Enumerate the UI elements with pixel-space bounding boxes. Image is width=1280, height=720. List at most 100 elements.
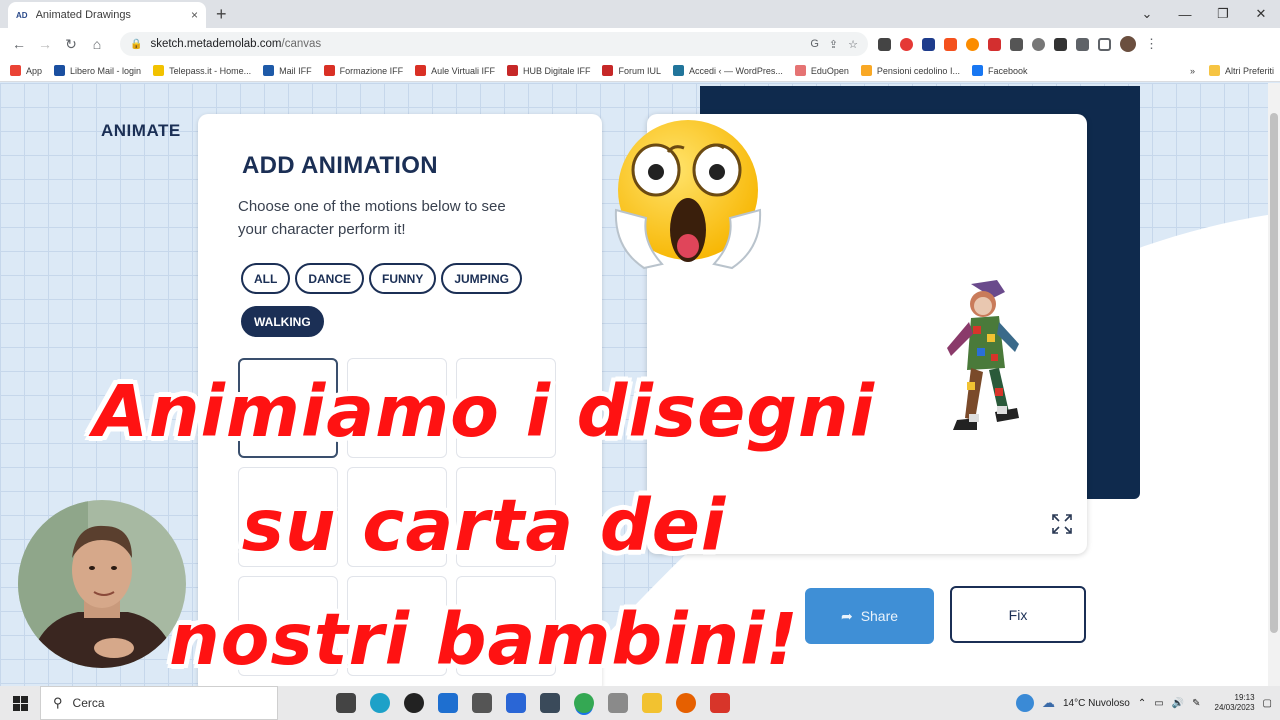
task-view-icon[interactable] <box>336 693 356 713</box>
extension-icon[interactable] <box>922 37 935 51</box>
bookmark-item[interactable]: Facebook <box>971 65 1027 76</box>
reload-icon[interactable]: ↻ <box>58 36 84 53</box>
pen-icon[interactable]: ✎ <box>1192 698 1200 709</box>
start-button[interactable] <box>0 695 40 711</box>
outlook-icon[interactable] <box>438 693 458 713</box>
animated-character <box>947 280 1019 430</box>
weather-cloud-icon: ☁ <box>1042 695 1055 710</box>
todo-icon[interactable] <box>506 693 526 713</box>
store-icon[interactable] <box>472 693 492 713</box>
bookmark-star-icon[interactable]: ☆ <box>848 38 858 51</box>
network-icon[interactable]: ▭ <box>1154 698 1163 709</box>
extension-icon[interactable] <box>1032 37 1045 51</box>
bookmarks-bar: App Libero Mail - login Telepass.it - Home… <box>0 60 1280 82</box>
hp-icon[interactable] <box>404 693 424 713</box>
bookmark-item[interactable]: Forum IUL <box>602 65 661 76</box>
extension-icon[interactable] <box>944 37 957 51</box>
puzzle-icon[interactable] <box>1076 37 1089 51</box>
google-lens-icon[interactable]: G <box>810 38 819 51</box>
chip-all[interactable]: ALL <box>241 263 291 294</box>
bookmark-item[interactable]: Formazione IFF <box>323 65 403 76</box>
windows-taskbar: ⚲ Cerca ☁ 14°C Nuvoloso ⌃ ▭ 🔊 ✎ 19:13 24… <box>0 686 1280 720</box>
bookmark-favicon-icon <box>323 65 335 76</box>
bookmark-favicon-icon <box>506 65 518 76</box>
bookmark-favicon-icon <box>10 65 21 76</box>
extension-icon[interactable] <box>1010 37 1023 51</box>
file-explorer-icon[interactable] <box>642 693 662 713</box>
taskbar-search[interactable]: ⚲ Cerca <box>40 686 278 720</box>
close-window-button[interactable]: ✕ <box>1242 0 1280 28</box>
bookmark-favicon-icon <box>971 65 983 76</box>
maximize-button[interactable]: ❐ <box>1204 0 1242 28</box>
screaming-emoji-icon <box>614 120 762 270</box>
webcam-presenter-image <box>18 500 186 668</box>
new-tab-button[interactable]: + <box>216 4 227 24</box>
calculator-icon[interactable] <box>540 693 560 713</box>
profile-avatar[interactable] <box>1120 36 1136 52</box>
paint-icon[interactable] <box>608 693 628 713</box>
side-panel-icon[interactable] <box>1098 37 1111 51</box>
clock-time: 19:13 <box>1234 693 1255 702</box>
folder-icon <box>1208 65 1220 76</box>
weather-text[interactable]: 14°C Nuvoloso <box>1063 698 1130 709</box>
firefox-icon[interactable] <box>676 693 696 713</box>
chip-funny[interactable]: FUNNY <box>369 263 437 294</box>
chip-dance[interactable]: DANCE <box>295 263 364 294</box>
tab-close-icon[interactable]: × <box>191 8 198 22</box>
bookmark-favicon-icon <box>860 65 872 76</box>
scrollbar-thumb[interactable] <box>1270 113 1278 633</box>
taskbar-search-label: Cerca <box>72 696 105 710</box>
motion-filter-chips: ALL DANCE FUNNY JUMPING WALKING <box>241 263 561 337</box>
fix-button[interactable]: Fix <box>950 586 1086 643</box>
caption-line-1: Animiamo i disegni <box>93 370 875 453</box>
caption-line-3: nostri bambini! <box>169 598 799 681</box>
chrome-icon[interactable] <box>574 693 594 713</box>
bookmark-item[interactable]: Accedi ‹ — WordPres... <box>673 65 783 76</box>
bookmark-item[interactable]: Mail IFF <box>263 65 312 76</box>
share-page-icon[interactable]: ⇪ <box>829 38 838 51</box>
clock-date: 24/03/2023 <box>1214 703 1255 712</box>
notifications-icon[interactable]: ▢ <box>1263 698 1272 709</box>
page-scrollbar[interactable] <box>1268 83 1280 686</box>
chip-walking[interactable]: WALKING <box>241 306 324 337</box>
tab-animated-drawings[interactable]: AD Animated Drawings × <box>8 2 206 28</box>
address-bar[interactable]: 🔒 sketch.metademolab.com/canvas G ⇪ ☆ <box>120 32 868 56</box>
bookmark-label: Mail IFF <box>279 65 312 76</box>
fix-label: Fix <box>1008 606 1028 623</box>
back-arrow-icon[interactable]: ← <box>6 36 32 52</box>
minimize-button[interactable]: — <box>1166 0 1204 28</box>
extension-icons: ⋮ <box>878 36 1158 52</box>
panel-description: Choose one of the motions below to see y… <box>238 198 506 238</box>
edge-icon[interactable] <box>370 693 390 713</box>
taskbar-clock[interactable]: 19:13 24/03/2023 <box>1215 693 1255 713</box>
bookmark-item[interactable]: EduOpen <box>794 65 849 76</box>
tray-chevron-icon[interactable]: ⌃ <box>1138 698 1146 709</box>
extension-icon[interactable] <box>988 37 1001 51</box>
extension-icon[interactable] <box>900 37 913 51</box>
volume-icon[interactable]: 🔊 <box>1172 698 1184 709</box>
bookmark-item[interactable]: Libero Mail - login <box>54 65 141 76</box>
video-caption-overlay: Animiamo i disegni su carta dei nostri b… <box>84 355 884 697</box>
chip-jumping[interactable]: JUMPING <box>441 263 523 294</box>
help-icon[interactable] <box>1016 694 1034 712</box>
search-icon: ⚲ <box>53 695 63 710</box>
bookmark-item[interactable]: App <box>10 65 42 76</box>
fullscreen-expand-icon[interactable] <box>1051 513 1073 535</box>
bookmark-item[interactable]: Telepass.it - Home... <box>153 65 251 76</box>
menu-kebab-icon[interactable]: ⋮ <box>1145 36 1158 52</box>
panel-title: ADD ANIMATION <box>242 152 438 179</box>
tab-search-icon[interactable]: ⌄ <box>1128 0 1166 28</box>
bookmark-item[interactable]: HUB Digitale IFF <box>506 65 590 76</box>
extension-icon[interactable] <box>878 37 891 51</box>
system-tray: ☁ 14°C Nuvoloso ⌃ ▭ 🔊 ✎ 19:13 24/03/2023… <box>1016 693 1272 713</box>
app-icon[interactable] <box>710 693 730 713</box>
forward-arrow-icon[interactable]: → <box>32 36 58 52</box>
extension-icon[interactable] <box>966 37 979 51</box>
bookmark-label: Accedi ‹ — WordPres... <box>689 65 783 76</box>
home-icon[interactable]: ⌂ <box>84 36 110 52</box>
extension-icon[interactable] <box>1054 37 1067 51</box>
bookmarks-more-icon[interactable]: » <box>1190 66 1195 76</box>
bookmarks-other-folder[interactable]: » Altri Preferiti <box>1190 65 1274 76</box>
bookmark-item[interactable]: Aule Virtuali IFF <box>415 65 495 76</box>
bookmark-item[interactable]: Pensioni cedolino I... <box>860 65 960 76</box>
